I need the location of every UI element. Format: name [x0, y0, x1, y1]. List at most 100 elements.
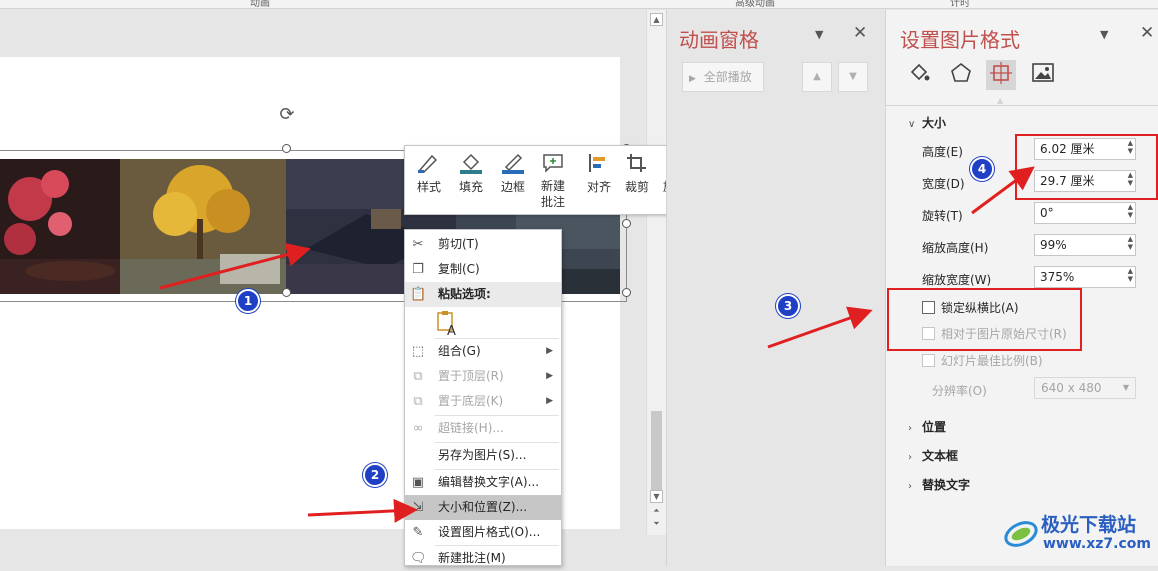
crop-icon	[627, 154, 646, 172]
submenu-arrow-icon: ▶	[546, 371, 553, 381]
animation-pane: 动画窗格 ▼ ✕ ▶ 全部播放 ▲ ▼	[666, 10, 885, 566]
border-pen-icon	[502, 153, 524, 174]
ribbon-group-advanced-animation: 高级动画	[735, 0, 775, 9]
ribbon-group-animation: 动画	[250, 0, 270, 9]
size-properties-icon	[990, 62, 1012, 84]
scroll-up-icon[interactable]: ▲	[650, 13, 663, 26]
play-icon: ▶	[689, 74, 696, 84]
menu-item-edit-alt-text[interactable]: ▣ 编辑替换文字(A)...	[405, 470, 561, 495]
chevron-down-icon: ∨	[908, 119, 916, 130]
scale-width-input[interactable]: 375% ▲ ▼	[1034, 266, 1136, 288]
move-up-button[interactable]: ▲	[802, 62, 832, 92]
section-textbox[interactable]: › 文本框	[908, 447, 958, 464]
format-pane-close-icon[interactable]: ✕	[1140, 23, 1154, 43]
menu-item-new-comment[interactable]: 🗨 新建批注(M)	[405, 546, 561, 571]
best-scale-checkbox[interactable]: 幻灯片最佳比例(B)	[922, 352, 1043, 369]
svg-text:A: A	[447, 324, 456, 336]
animation-pane-options-icon[interactable]: ▼	[815, 28, 823, 41]
animation-pane-title: 动画窗格	[679, 28, 759, 52]
tab-fill-line[interactable]	[904, 60, 934, 90]
width-label: 宽度(D)	[922, 177, 965, 191]
menu-item-cut[interactable]: ✂ 剪切(T)	[405, 232, 561, 257]
new-comment-label-2: 批注	[540, 195, 565, 209]
play-all-button[interactable]: ▶ 全部播放	[682, 62, 764, 92]
menu-item-group[interactable]: ⬚ 组合(G) ▶	[405, 339, 561, 364]
editor-bottom-strip	[0, 535, 666, 566]
section-position[interactable]: › 位置	[908, 418, 946, 435]
submenu-arrow-icon: ▶	[546, 346, 553, 356]
style-icon	[418, 154, 438, 173]
tab-divider	[886, 105, 1158, 106]
new-comment-label-1: 新建	[540, 179, 565, 193]
border-button[interactable]: 边框	[493, 150, 533, 210]
tab-size-properties[interactable]	[986, 60, 1016, 90]
resolution-label: 分辨率(O)	[932, 384, 987, 398]
move-down-button[interactable]: ▼	[838, 62, 868, 92]
next-slide-icon[interactable]: ⏷	[650, 518, 663, 531]
step-badge-2: 2	[363, 463, 387, 487]
new-comment-button[interactable]: 新建 批注	[533, 150, 573, 210]
tab-effects[interactable]	[946, 60, 976, 90]
scale-width-spinner-icon[interactable]: ▲ ▼	[1128, 267, 1133, 283]
rotate-handle-icon[interactable]: ⟳	[276, 104, 298, 126]
animation-pane-close-icon[interactable]: ✕	[853, 23, 867, 43]
step-badge-4: 4	[970, 157, 994, 181]
rotation-input[interactable]: 0° ▲ ▼	[1034, 202, 1136, 224]
resize-handle-top[interactable]	[282, 144, 291, 153]
resolution-select[interactable]: 640 x 480 ▼	[1034, 377, 1136, 399]
scale-width-label: 缩放宽度(W)	[922, 273, 992, 287]
rotation-spinner-icon[interactable]: ▲ ▼	[1128, 203, 1133, 219]
send-back-icon: ⧉	[413, 394, 423, 409]
scale-height-input[interactable]: 99% ▲ ▼	[1034, 234, 1136, 256]
style-button[interactable]: 样式	[409, 150, 449, 210]
crop-button[interactable]: 裁剪	[617, 150, 657, 210]
context-menu: ✂ 剪切(T) ❐ 复制(C) 📋 粘贴选项: A ⬚ 组合(G) ▶ ⧉ 置于顶层(R) ▶…	[404, 229, 562, 566]
align-label: 对齐	[586, 180, 611, 194]
resize-handle-right[interactable]	[622, 219, 631, 228]
arrow-down-icon: ▼	[849, 71, 857, 82]
tab-picture[interactable]	[1028, 60, 1058, 90]
menu-item-send-to-back[interactable]: ⧉ 置于底层(K) ▶	[405, 389, 561, 414]
fill-label: 填充	[458, 180, 483, 194]
rotation-label: 旋转(T)	[922, 209, 963, 223]
menu-item-size-and-position[interactable]: ⇲ 大小和位置(Z)...	[405, 495, 561, 520]
step-badge-1: 1	[236, 289, 260, 313]
menu-item-bring-to-front[interactable]: ⧉ 置于顶层(R) ▶	[405, 364, 561, 389]
align-button[interactable]: 对齐	[579, 150, 619, 210]
watermark-name: 极光下载站	[1041, 514, 1137, 536]
copy-icon: ❐	[412, 262, 424, 277]
bring-front-icon: ⧉	[413, 369, 423, 384]
fill-button[interactable]: 填充	[451, 150, 491, 210]
resize-handle-bottom[interactable]	[282, 288, 291, 297]
chevron-right-icon: ›	[908, 423, 912, 434]
picture-icon	[1032, 63, 1054, 82]
section-size[interactable]: ∨ 大小	[908, 114, 946, 131]
menu-paste-options-header: 📋 粘贴选项:	[405, 282, 561, 307]
fill-bucket-icon	[460, 153, 482, 174]
resize-handle-bottom-right[interactable]	[622, 288, 631, 297]
menu-item-copy[interactable]: ❐ 复制(C)	[405, 257, 561, 282]
annotation-box-size-fields	[1015, 134, 1158, 200]
dropdown-arrow-icon: ▼	[1122, 383, 1129, 392]
fill-line-icon	[910, 63, 930, 81]
scissors-icon: ✂	[412, 237, 424, 252]
format-pane-options-icon[interactable]: ▼	[1100, 28, 1108, 41]
floating-mini-toolbar: 样式 填充 边框 新建 批注 对齐 裁剪 旋转	[404, 145, 698, 215]
scale-height-spinner-icon[interactable]: ▲ ▼	[1128, 235, 1133, 251]
scale-height-label: 缩放高度(H)	[922, 241, 989, 255]
scroll-down-icon[interactable]: ▼	[650, 490, 663, 503]
prev-slide-icon[interactable]: ⏶	[650, 505, 663, 518]
height-label: 高度(E)	[922, 145, 963, 159]
format-picture-icon: ✎	[412, 525, 424, 540]
menu-item-save-as-picture[interactable]: 另存为图片(S)...	[405, 443, 561, 468]
section-alt-text[interactable]: › 替换文字	[908, 476, 970, 493]
ribbon-group-timing: 计时	[950, 0, 970, 9]
comment-icon	[543, 154, 563, 173]
alt-text-icon: ▣	[411, 475, 425, 490]
menu-item-hyperlink[interactable]: ∞ 超链接(H)...	[405, 416, 561, 441]
menu-item-format-picture[interactable]: ✎ 设置图片格式(O)...	[405, 520, 561, 545]
paste-picture-icon[interactable]: A	[435, 310, 459, 339]
scroll-thumb[interactable]	[651, 411, 662, 491]
editor-vertical-scrollbar[interactable]: ▲ ▼ ⏶ ⏷	[646, 10, 667, 535]
align-icon	[589, 154, 605, 172]
